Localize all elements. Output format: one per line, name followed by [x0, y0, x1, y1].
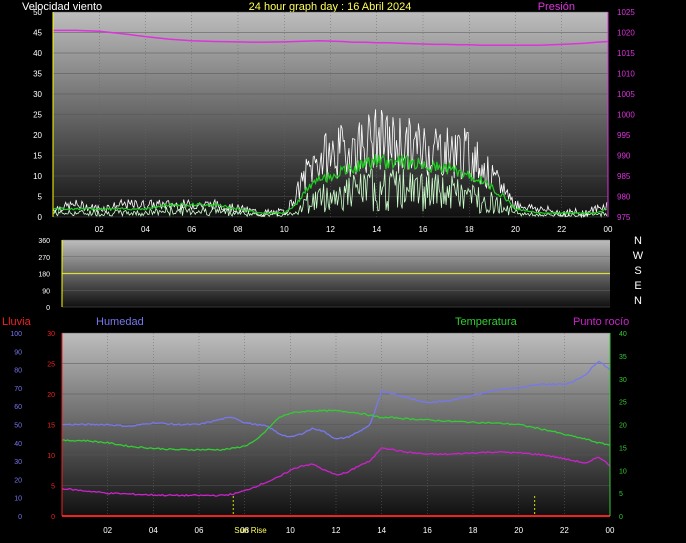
- x-tick: 18: [469, 526, 478, 535]
- y-right-tick: 1025: [617, 8, 635, 17]
- sunrise-label: Sun Rise: [234, 526, 267, 535]
- y-left-tick: 5: [38, 193, 43, 202]
- temperature-tick: 15: [619, 445, 627, 452]
- x-tick: 02: [103, 526, 112, 535]
- x-tick: 06: [187, 225, 196, 234]
- wind-direction-axes: 0 90 180 270 360: [38, 238, 63, 312]
- compass-letter: S: [634, 265, 641, 277]
- weather-graph: Velocidad viento 24 hour graph day : 16 …: [2, 1, 644, 535]
- humidity-label: Humedad: [96, 316, 144, 328]
- humidity-tick: 80: [14, 368, 22, 375]
- temperature-tick: 40: [619, 331, 627, 338]
- temperature-label: Temperatura: [455, 316, 518, 328]
- compass-letter: W: [633, 250, 644, 262]
- x-tick: 16: [419, 225, 428, 234]
- x-tick: 20: [511, 225, 520, 234]
- rain-tick: 25: [47, 362, 55, 369]
- y-left-tick: 0: [38, 213, 43, 222]
- humidity-tick: 0: [18, 514, 22, 521]
- x-tick: 16: [423, 526, 432, 535]
- compass-letter: N: [634, 235, 642, 247]
- chart-title: 24 hour graph day : 16 Abril 2024: [249, 1, 412, 13]
- x-tick: 14: [377, 526, 386, 535]
- direction-tick: 270: [38, 255, 50, 262]
- temperature-tick: 25: [619, 400, 627, 407]
- y-left-tick: 25: [33, 111, 42, 120]
- y-right-tick: 990: [617, 152, 631, 161]
- x-tick: 10: [286, 526, 295, 535]
- x-tick: 00: [604, 225, 613, 234]
- humidity-tick: 20: [14, 477, 22, 484]
- rain-tick: 30: [47, 331, 55, 338]
- temperature-tick: 20: [619, 423, 627, 430]
- humidity-tick: 30: [14, 459, 22, 466]
- y-right-tick: 995: [617, 131, 631, 140]
- rain-tick: 0: [51, 514, 55, 521]
- x-tick: 04: [149, 526, 158, 535]
- direction-tick: 360: [38, 238, 50, 245]
- compass-letter: E: [634, 280, 641, 292]
- y-right-tick: 1005: [617, 90, 635, 99]
- humidity-tick: 40: [14, 441, 22, 448]
- x-tick: 08: [234, 225, 243, 234]
- y-left-tick: 50: [33, 8, 42, 17]
- x-tick: 02: [95, 225, 104, 234]
- x-tick: 22: [557, 225, 566, 234]
- x-tick: 04: [141, 225, 150, 234]
- x-tick: 18: [465, 225, 474, 234]
- x-tick: 10: [280, 225, 289, 234]
- direction-tick: 0: [46, 305, 50, 312]
- humidity-tick: 100: [10, 331, 22, 338]
- rain-tick: 20: [47, 392, 55, 399]
- compass-labels: NWSEN: [633, 235, 644, 307]
- temperature-tick: 0: [619, 514, 623, 521]
- y-right-tick: 975: [617, 213, 631, 222]
- rain-tick: 10: [47, 453, 55, 460]
- humidity-tick: 50: [14, 423, 22, 430]
- x-tick: 06: [195, 526, 204, 535]
- direction-tick: 90: [42, 288, 50, 295]
- x-tick: 12: [326, 225, 335, 234]
- rain-tick: 15: [47, 423, 55, 430]
- y-right-tick: 1020: [617, 29, 635, 38]
- temperature-tick: 5: [619, 491, 623, 498]
- compass-letter: N: [634, 295, 642, 307]
- y-right-tick: 1000: [617, 111, 635, 120]
- y-left-tick: 20: [33, 131, 42, 140]
- y-left-tick: 15: [33, 152, 42, 161]
- y-left-tick: 40: [33, 49, 42, 58]
- humidity-tick: 10: [14, 496, 22, 503]
- x-tick: 00: [606, 526, 615, 535]
- temperature-tick: 35: [619, 354, 627, 361]
- rain-tick: 5: [51, 484, 55, 491]
- temperature-tick: 10: [619, 468, 627, 475]
- y-right-tick: 980: [617, 193, 631, 202]
- temperature-tick: 30: [619, 377, 627, 384]
- y-left-tick: 10: [33, 172, 42, 181]
- y-left-tick: 35: [33, 70, 42, 79]
- pressure-label: Presión: [538, 1, 575, 13]
- x-tick: 12: [332, 526, 341, 535]
- y-right-tick: 1010: [617, 70, 635, 79]
- y-right-tick: 985: [617, 172, 631, 181]
- humidity-tick: 70: [14, 386, 22, 393]
- x-tick: 20: [514, 526, 523, 535]
- humidity-tick: 90: [14, 349, 22, 356]
- direction-tick: 180: [38, 272, 50, 279]
- x-tick: 22: [560, 526, 569, 535]
- rain-label: Lluvia: [2, 316, 32, 328]
- y-right-tick: 1015: [617, 49, 635, 58]
- dewpoint-label: Punto rocío: [573, 316, 629, 328]
- x-tick: 14: [372, 225, 381, 234]
- humidity-tick: 60: [14, 404, 22, 411]
- y-left-tick: 30: [33, 90, 42, 99]
- y-left-tick: 45: [33, 29, 42, 38]
